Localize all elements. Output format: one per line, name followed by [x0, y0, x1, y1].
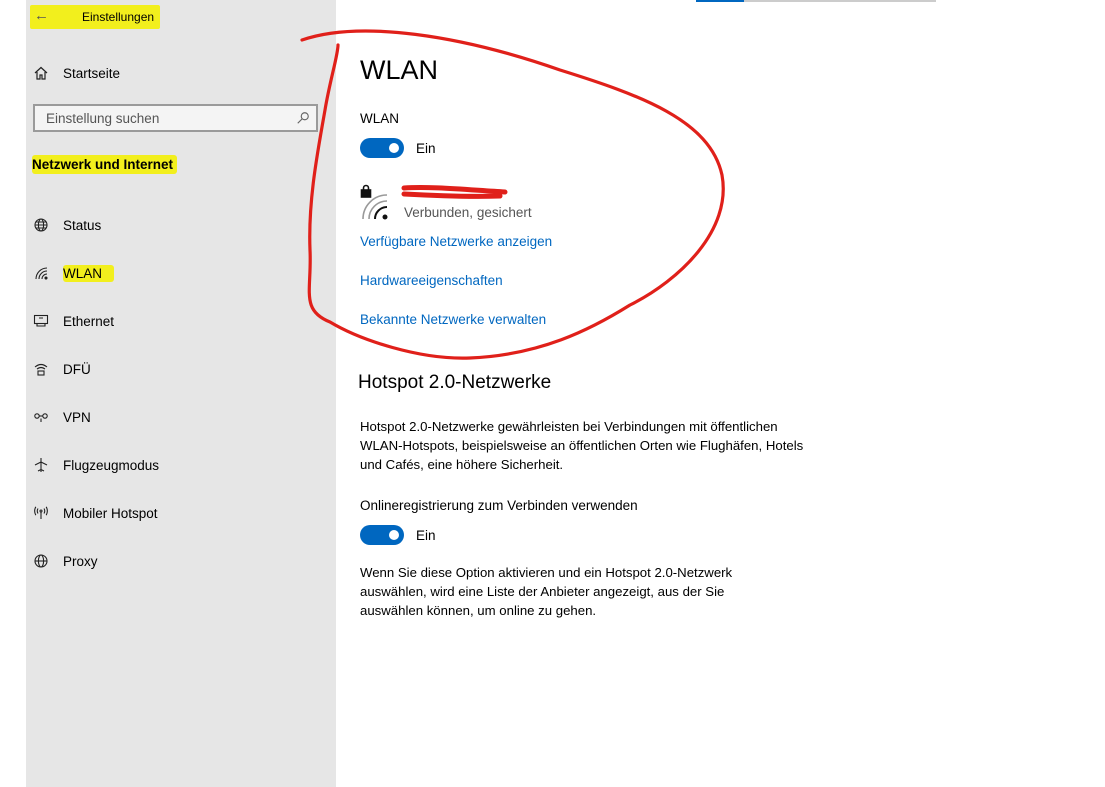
sidebar-item-dfue[interactable]: DFÜ: [32, 357, 91, 381]
search-box[interactable]: [33, 104, 318, 132]
wifi-icon: [32, 264, 50, 282]
toggle-knob: [389, 530, 399, 540]
sidebar: ← Einstellungen Startseite Netzwerk und …: [26, 0, 336, 787]
search-input[interactable]: [44, 110, 288, 127]
sidebar-item-home[interactable]: Startseite: [32, 61, 120, 85]
sidebar-item-label: VPN: [63, 409, 91, 425]
settings-title: Einstellungen: [82, 10, 155, 24]
hotspot-description: Hotspot 2.0-Netzwerke gewährleisten bei …: [360, 419, 804, 472]
sidebar-item-label: Status: [63, 217, 102, 233]
sidebar-item-label: Mobiler Hotspot: [63, 505, 158, 521]
hardware-properties-link[interactable]: Hardwareeigenschaften: [360, 273, 503, 288]
sidebar-item-label: Startseite: [63, 65, 121, 81]
toggle-knob: [389, 143, 399, 153]
globe-icon: [32, 552, 50, 570]
sidebar-item-mobile-hotspot[interactable]: Mobiler Hotspot: [32, 501, 158, 525]
hotspot-heading: Hotspot 2.0-Netzwerke: [358, 372, 552, 393]
back-arrow-icon: ←: [34, 7, 49, 24]
back-button[interactable]: ← Einstellungen: [30, 5, 160, 29]
top-scroll-indicator: [696, 0, 936, 2]
wlan-toggle-state: Ein: [416, 141, 436, 156]
connected-network[interactable]: Verbunden, gesichert: [358, 182, 558, 222]
globe-status-icon: [32, 216, 50, 234]
online-registration-description: Wenn Sie diese Option aktivieren und ein…: [360, 565, 733, 618]
sidebar-item-airplane[interactable]: Flugzeugmodus: [32, 453, 159, 477]
ethernet-icon: [32, 312, 50, 330]
online-registration-state: Ein: [416, 528, 436, 543]
wlan-toggle-label: WLAN: [360, 111, 400, 126]
dialup-icon: [32, 360, 50, 378]
airplane-icon: [32, 456, 50, 474]
left-margin: [0, 0, 26, 787]
sidebar-item-label: Ethernet: [63, 313, 115, 329]
vpn-icon: [32, 408, 50, 426]
sidebar-item-vpn[interactable]: VPN: [32, 405, 91, 429]
page-title: WLAN: [360, 55, 439, 85]
manage-known-networks-link[interactable]: Bekannte Netzwerke verwalten: [360, 312, 546, 327]
online-registration-label: Onlineregistrierung zum Verbinden verwen…: [360, 498, 638, 513]
section-title: Netzwerk und Internet: [32, 155, 178, 174]
wifi-signal-icon: [362, 194, 388, 220]
sidebar-item-wlan[interactable]: WLAN: [32, 261, 115, 285]
sidebar-item-label: Proxy: [63, 553, 98, 569]
sidebar-item-proxy[interactable]: Proxy: [32, 549, 98, 573]
sidebar-item-label: DFÜ: [63, 361, 91, 377]
network-status: Verbunden, gesichert: [404, 205, 532, 220]
home-icon: [32, 64, 50, 82]
main-content: WLAN WLAN Ein Verbunden, gesichert Verfü…: [336, 0, 1105, 787]
hotspot-icon: [32, 504, 50, 522]
online-registration-toggle[interactable]: [360, 525, 404, 545]
sidebar-item-label: WLAN: [63, 264, 115, 282]
sidebar-item-status[interactable]: Status: [32, 213, 101, 237]
show-available-networks-link[interactable]: Verfügbare Netzwerke anzeigen: [360, 234, 552, 249]
sidebar-item-label: Flugzeugmodus: [63, 457, 160, 473]
sidebar-item-ethernet[interactable]: Ethernet: [32, 309, 114, 333]
search-icon: [297, 112, 309, 124]
wlan-toggle[interactable]: [360, 138, 404, 158]
